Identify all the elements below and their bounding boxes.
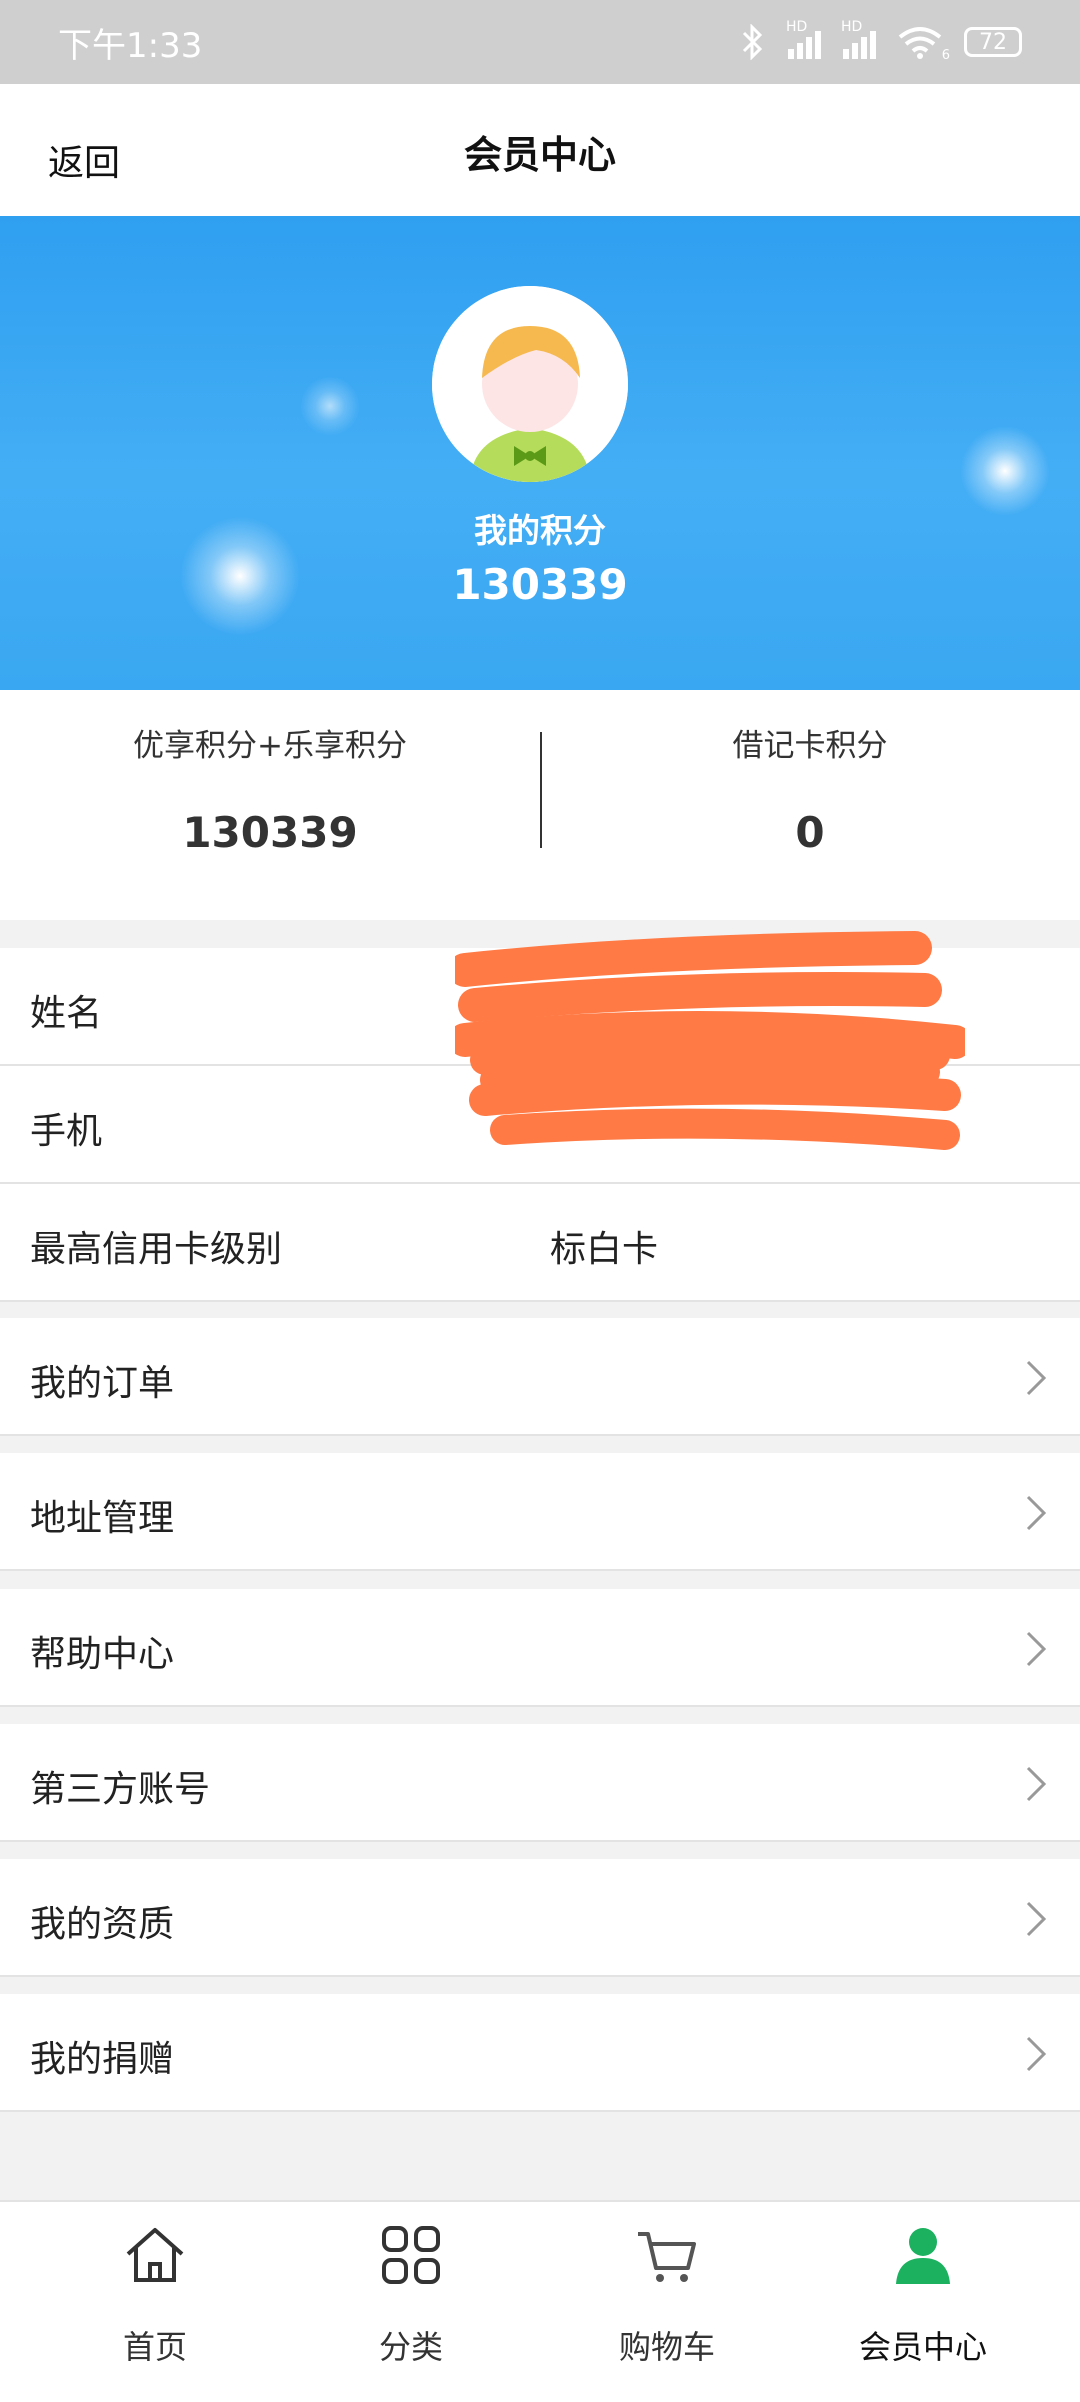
- status-time: 下午1:33: [58, 25, 203, 66]
- points-summary-left-label: 优享积分+乐享积分: [133, 728, 407, 764]
- signal-icon-2: HD: [841, 19, 876, 59]
- phone-label: 手机: [30, 1111, 103, 1152]
- chevron-right-icon: [1026, 1766, 1047, 1802]
- menu-item-qualification[interactable]: 我的资质: [0, 1859, 1080, 1977]
- menu-item-label: 我的订单: [30, 1363, 175, 1404]
- network-badge-1: HD: [786, 19, 808, 35]
- points-summary: 优享积分+乐享积分 130339 借记卡积分 0: [0, 690, 1080, 920]
- points-hero: 我的积分 130339: [0, 216, 1080, 690]
- bottom-tab-bar: 首页 分类 购物车 会员中心: [0, 2200, 1080, 2402]
- menu-item-label: 地址管理: [30, 1498, 175, 1539]
- redaction-scribble: [455, 931, 965, 1150]
- status-bar: 下午1:33 HD HD 6 72: [0, 0, 1080, 84]
- card-level-label: 最高信用卡级别: [30, 1229, 283, 1270]
- wifi-badge: 6: [941, 48, 950, 63]
- wifi-icon: 6: [898, 25, 950, 63]
- menu-item-address[interactable]: 地址管理: [0, 1453, 1080, 1571]
- tab-label: 购物车: [618, 2328, 715, 2366]
- sparkle-decoration: [300, 376, 360, 436]
- bluetooth-icon: [742, 24, 763, 60]
- network-badge-2: HD: [841, 19, 863, 35]
- tab-label: 首页: [122, 2328, 187, 2366]
- menu-item-label: 我的资质: [30, 1904, 175, 1945]
- tab-label: 会员中心: [858, 2328, 987, 2366]
- menu-item-orders[interactable]: 我的订单: [0, 1318, 1080, 1436]
- points-summary-right-label: 借记卡积分: [732, 728, 888, 764]
- avatar-illustration: [432, 286, 628, 482]
- battery-indicator: 72: [964, 27, 1022, 57]
- grid-icon: [382, 2226, 440, 2284]
- chevron-right-icon: [1026, 1360, 1047, 1396]
- chevron-right-icon: [1026, 1495, 1047, 1531]
- tab-category[interactable]: 分类: [276, 2202, 546, 2402]
- page-title: 会员中心: [463, 133, 616, 177]
- tab-label: 分类: [378, 2328, 443, 2366]
- points-summary-left[interactable]: 优享积分+乐享积分 130339: [0, 690, 540, 920]
- sparkle-decoration: [960, 426, 1050, 516]
- menu-item-third-party[interactable]: 第三方账号: [0, 1724, 1080, 1842]
- menu-item-label: 第三方账号: [30, 1769, 211, 1810]
- chevron-right-icon: [1026, 1631, 1047, 1667]
- points-summary-right[interactable]: 借记卡积分 0: [540, 690, 1080, 920]
- avatar[interactable]: [432, 286, 628, 482]
- points-summary-left-value: 130339: [182, 808, 358, 857]
- tab-member-center[interactable]: 会员中心: [788, 2202, 1058, 2402]
- title-bar: 返回 会员中心: [0, 84, 1080, 216]
- tab-cart[interactable]: 购物车: [532, 2202, 802, 2402]
- menu-item-help[interactable]: 帮助中心: [0, 1589, 1080, 1707]
- tab-home[interactable]: 首页: [20, 2202, 290, 2402]
- signal-icon-1: HD: [786, 19, 821, 59]
- card-level-row: 最高信用卡级别 标白卡: [0, 1184, 1080, 1302]
- card-level-value: 标白卡: [550, 1229, 659, 1270]
- cart-icon: [638, 2232, 696, 2282]
- chevron-right-icon: [1026, 1901, 1047, 1937]
- user-icon: [896, 2228, 950, 2284]
- home-icon: [126, 2228, 184, 2282]
- status-icons: HD HD 6 72: [740, 19, 1022, 63]
- menu-item-label: 我的捐赠: [30, 2039, 175, 2080]
- points-summary-right-value: 0: [795, 808, 825, 857]
- chevron-right-icon: [1026, 2036, 1047, 2072]
- menu-item-label: 帮助中心: [30, 1634, 175, 1675]
- points-label: 我的积分: [474, 511, 606, 550]
- menu-item-donation[interactable]: 我的捐赠: [0, 1994, 1080, 2112]
- name-label: 姓名: [30, 993, 103, 1034]
- points-value: 130339: [452, 560, 628, 609]
